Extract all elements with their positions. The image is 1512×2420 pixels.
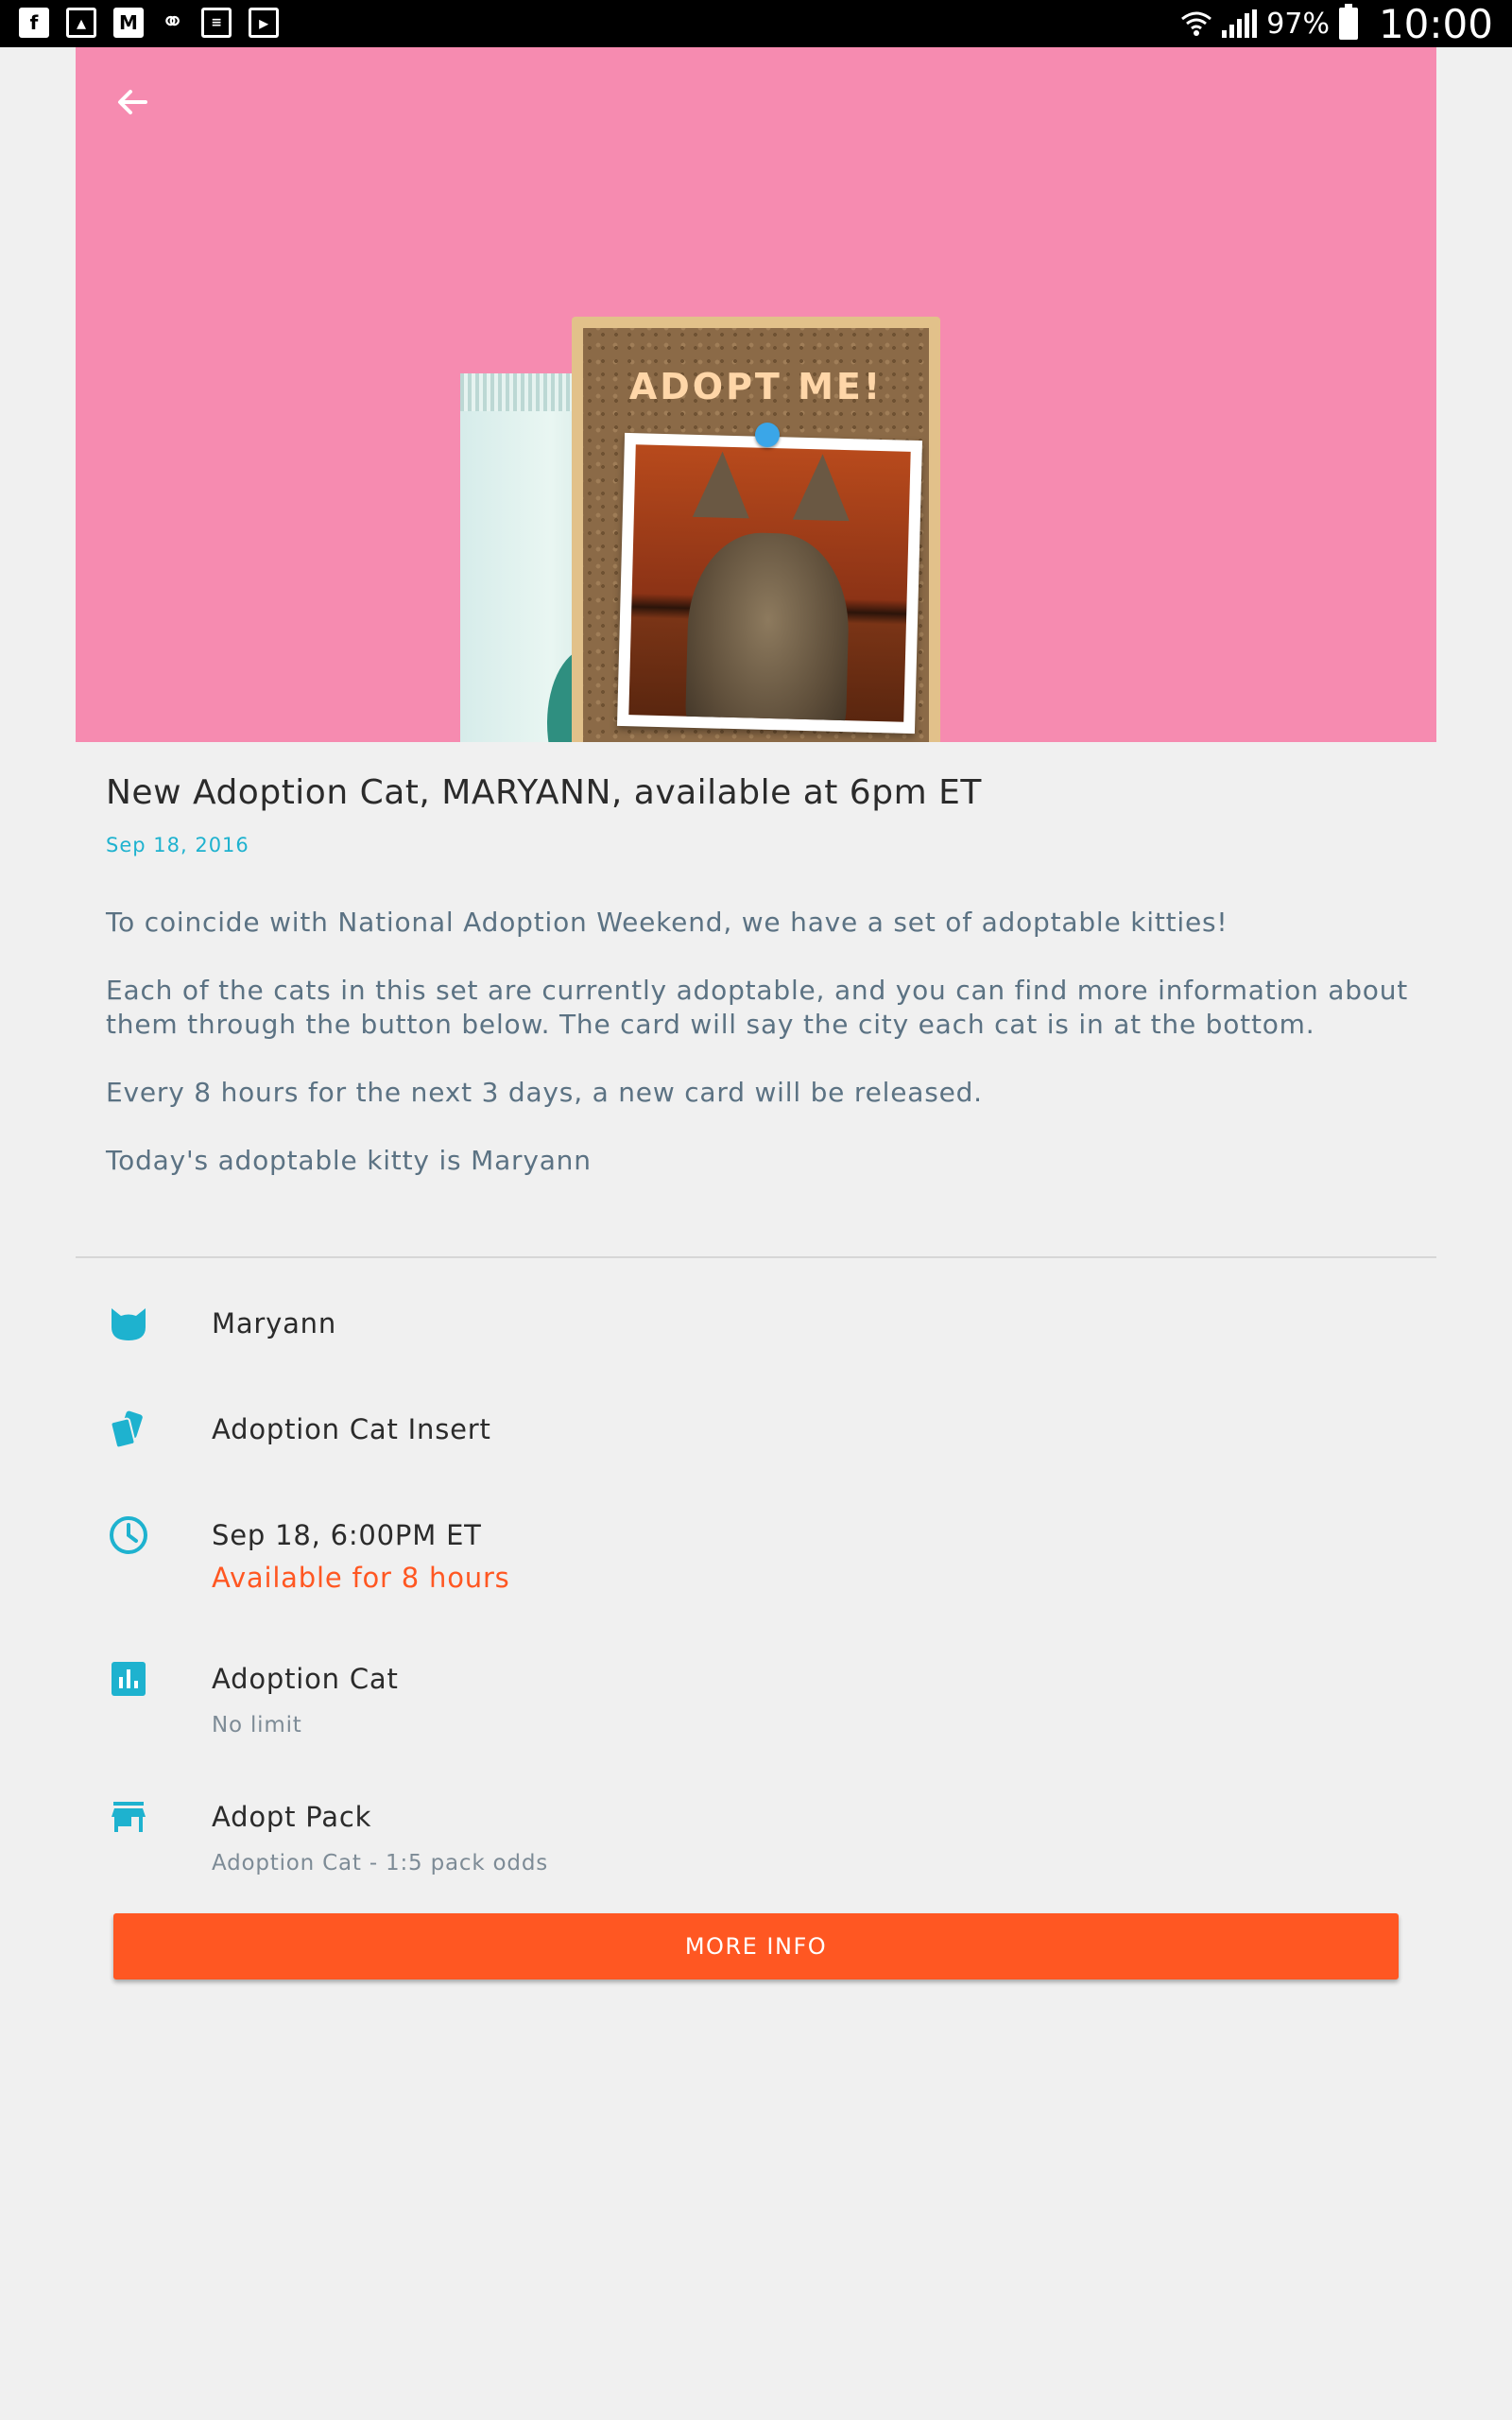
signal-icon	[1222, 9, 1258, 38]
cat-icon	[106, 1301, 151, 1346]
bone-icon: ⚭	[161, 6, 185, 39]
paragraph: To coincide with National Adoption Weeke…	[106, 907, 1228, 938]
more-info-button[interactable]: MORE INFO	[113, 1913, 1399, 1979]
document-icon: ≡	[201, 8, 232, 38]
paragraph: Today's adoptable kitty is Maryann	[106, 1145, 592, 1176]
detail-secondary: Adoption Cat - 1:5 pack odds	[212, 1851, 549, 1876]
cat-photo	[616, 432, 923, 735]
availability-text: Available for 8 hours	[212, 1562, 510, 1594]
card-heading: ADOPT ME!	[628, 366, 884, 407]
article-title: New Adoption Cat, MARYANN, available at …	[106, 773, 982, 812]
detail-secondary: No limit	[212, 1713, 302, 1737]
store-bag-icon: ▸	[249, 8, 280, 38]
facebook-icon: f	[19, 8, 49, 38]
clock-time: 10:00	[1378, 0, 1493, 47]
pushpin	[755, 423, 780, 447]
detail-primary: Adoption Cat Insert	[212, 1413, 491, 1445]
detail-primary: Maryann	[212, 1307, 337, 1340]
article-date: Sep 18, 2016	[106, 834, 249, 856]
hero-banner: ADOPT ME!	[76, 47, 1436, 742]
status-bar: f ▴ M ⚭ ≡ ▸ 97% 10:00	[0, 0, 1512, 47]
back-arrow-icon[interactable]	[104, 74, 161, 130]
article-body: To coincide with National Adoption Weeke…	[106, 906, 1410, 1212]
battery-percent: 97%	[1266, 7, 1330, 41]
notification-icons: f ▴ M ⚭ ≡ ▸	[19, 6, 280, 39]
bar-chart-icon	[106, 1656, 151, 1702]
gmail-icon: M	[113, 8, 144, 38]
detail-primary: Adopt Pack	[212, 1801, 372, 1833]
detail-primary: Adoption Cat	[212, 1663, 399, 1695]
image-icon: ▴	[66, 8, 96, 38]
wifi-icon	[1181, 11, 1212, 36]
cards-icon	[106, 1407, 151, 1452]
battery-icon	[1338, 4, 1358, 40]
paragraph: Each of the cats in this set are current…	[106, 975, 1409, 1040]
divider	[76, 1256, 1436, 1258]
detail-primary: Sep 18, 6:00PM ET	[212, 1519, 482, 1551]
clock-icon	[106, 1512, 151, 1558]
store-icon	[106, 1794, 151, 1840]
adopt-card-image: ADOPT ME!	[572, 317, 940, 742]
paragraph: Every 8 hours for the next 3 days, a new…	[106, 1077, 983, 1108]
